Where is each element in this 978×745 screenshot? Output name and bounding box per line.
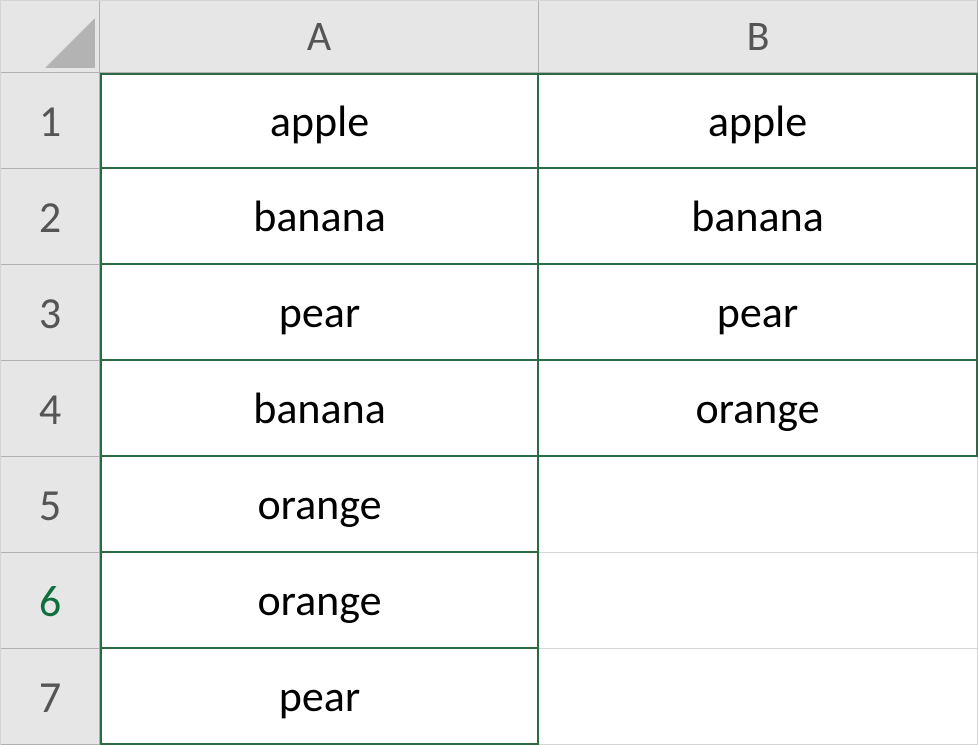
cell-A4[interactable]: banana [100,361,539,457]
row-header-5[interactable]: 5 [1,457,100,553]
cell-B1[interactable]: apple [539,73,978,169]
cell-A5[interactable]: orange [100,457,539,553]
cell-B3[interactable]: pear [539,265,978,361]
row-header-6[interactable]: 6 [1,553,100,649]
row-header-7[interactable]: 7 [1,649,100,745]
cell-B5[interactable] [539,457,978,553]
cell-A7[interactable]: pear [100,649,539,745]
select-all-triangle-icon [45,18,95,68]
cell-A2[interactable]: banana [100,169,539,265]
column-header-B[interactable]: B [539,1,978,73]
cell-B7[interactable] [539,649,978,745]
column-header-A[interactable]: A [100,1,539,73]
cell-B4[interactable]: orange [539,361,978,457]
cell-B2[interactable]: banana [539,169,978,265]
cell-A1[interactable]: apple [100,73,539,169]
row-header-3[interactable]: 3 [1,265,100,361]
cell-A3[interactable]: pear [100,265,539,361]
cell-B6[interactable] [539,553,978,649]
row-header-2[interactable]: 2 [1,169,100,265]
spreadsheet-grid: A B 1 apple apple 2 banana banana 3 pear… [0,0,978,745]
row-header-4[interactable]: 4 [1,361,100,457]
cell-A6[interactable]: orange [100,553,539,649]
row-header-1[interactable]: 1 [1,73,100,169]
select-all-corner[interactable] [1,1,100,73]
